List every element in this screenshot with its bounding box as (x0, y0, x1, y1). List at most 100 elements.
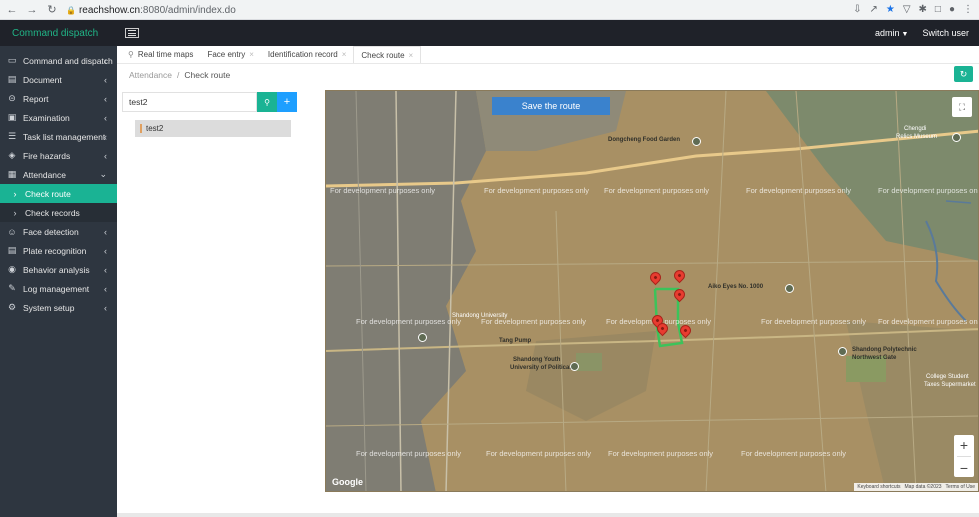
tab-face-entry[interactable]: Face entry × (200, 46, 260, 63)
monitor-icon: ▭ (7, 55, 17, 65)
menu-dots-icon[interactable]: ⋮ (963, 4, 973, 15)
card-icon: ▤ (7, 245, 17, 255)
profile-icon[interactable]: ● (949, 4, 955, 15)
map-watermark: For development purposes only (486, 449, 592, 458)
horizontal-scrollbar[interactable] (117, 513, 979, 517)
plus-icon: + (283, 96, 291, 108)
restaurant-poi-icon[interactable] (692, 137, 701, 146)
route-tree-item[interactable]: test2 (135, 120, 291, 137)
sidebar-item-label: Task list management (23, 131, 106, 142)
sidebar-item-command[interactable]: ▭ Command and dispatch ‹ (0, 51, 117, 70)
refresh-button[interactable]: ↻ (954, 66, 973, 82)
zoom-in-button[interactable]: + (960, 437, 968, 453)
sidebar-item-label: Attendance (23, 169, 67, 180)
chevron-left-icon: ‹ (104, 150, 107, 161)
location-pin-icon: ⚲ (128, 50, 134, 59)
sidebar-item-examination[interactable]: ▣ Examination ‹ (0, 108, 117, 127)
sidebar-item-fire-hazards[interactable]: ◈ Fire hazards ‹ (0, 146, 117, 165)
close-icon[interactable]: × (409, 51, 414, 60)
sidebar-item-behavior-analysis[interactable]: ◉ Behavior analysis ‹ (0, 260, 117, 279)
close-icon[interactable]: × (342, 50, 347, 59)
caret-down-icon: ▼ (901, 31, 909, 38)
forward-icon[interactable]: → (26, 4, 38, 16)
search-icon: ⚲ (264, 97, 270, 107)
map-watermark: For development purposes only (356, 449, 462, 458)
museum-poi-icon[interactable] (952, 133, 961, 142)
close-icon[interactable]: × (249, 50, 254, 59)
route-search-input[interactable] (122, 92, 257, 112)
user-menu[interactable]: admin ▼ (875, 28, 908, 38)
place-label: Northwest Gate (852, 355, 897, 361)
school-poi-icon[interactable] (570, 362, 579, 371)
breadcrumb: Attendance / Check route ↻ (117, 64, 979, 86)
save-route-button[interactable]: Save the route (492, 97, 610, 115)
lock-icon: 🔒 (66, 5, 76, 15)
school-poi-icon[interactable] (418, 333, 427, 342)
hamburger-menu-icon[interactable] (125, 28, 139, 38)
tab-label: Face entry (207, 50, 246, 59)
download-icon[interactable]: ⇩ (853, 4, 861, 15)
place-label: College Student (926, 374, 969, 380)
page-tabs: ⚲ Real time maps Face entry × Identificati… (117, 46, 979, 64)
terms-link[interactable]: Terms of Use (946, 484, 975, 490)
keyboard-shortcuts-link[interactable]: Keyboard shortcuts (857, 484, 900, 490)
breadcrumb-separator: / (177, 70, 180, 80)
chevron-left-icon: ‹ (104, 112, 107, 123)
map-watermark: For development purposes only (878, 317, 979, 326)
sidebar-item-log-management[interactable]: ✎ Log management ‹ (0, 279, 117, 298)
face-icon: ☺ (7, 226, 17, 237)
tab-check-route[interactable]: Check route × (353, 46, 422, 63)
sidebar-item-plate-recognition[interactable]: ▤ Plate recognition ‹ (0, 241, 117, 260)
chevron-left-icon: ‹ (104, 264, 107, 275)
filter-icon[interactable]: ▽ (903, 4, 911, 15)
sidebar-item-label: Examination (23, 112, 70, 123)
tab-label: Identification record (267, 50, 338, 59)
sidebar-item-report[interactable]: ⊝ Report ‹ (0, 89, 117, 108)
browser-actions: ⇩ ↗ ★ ▽ ✱ □ ● ⋮ (853, 4, 973, 15)
breadcrumb-parent[interactable]: Attendance (129, 70, 172, 80)
school-poi-icon[interactable] (838, 347, 847, 356)
map-canvas[interactable]: For development purposes only For develo… (325, 90, 979, 492)
sidebar-item-face-detection[interactable]: ☺ Face detection ‹ (0, 222, 117, 241)
sidebar-item-label: Command and dispatch (23, 55, 113, 66)
add-route-button[interactable]: + (277, 92, 297, 112)
calendar-icon: ▦ (7, 169, 17, 179)
window-icon[interactable]: □ (935, 4, 941, 15)
place-label: Chengdi (904, 126, 927, 132)
extension-icon[interactable]: ✱ (919, 4, 927, 15)
place-label: Shandong Youth (513, 357, 561, 363)
minus-circle-icon: ⊝ (8, 93, 16, 103)
sidebar-item-document[interactable]: ▤ Document ‹ (0, 70, 117, 89)
map-watermark: For development purposes only (741, 449, 847, 458)
app-header: Command dispatch admin ▼ Switch user (0, 20, 979, 46)
fullscreen-button[interactable]: ⛶ (952, 97, 972, 117)
reload-icon[interactable]: ↻ (46, 4, 58, 16)
sidebar-item-check-route[interactable]: › Check route (0, 184, 117, 203)
map-watermark: For development purposes only (761, 317, 867, 326)
place-label: Shandong University (452, 313, 508, 319)
chevron-left-icon: ‹ (104, 55, 107, 66)
sidebar-item-task-list[interactable]: ☰ Task list management ‹ (0, 127, 117, 146)
sidebar-item-attendance[interactable]: ▦ Attendance ⌄ (0, 165, 117, 184)
search-button[interactable]: ⚲ (257, 92, 277, 112)
google-logo: Google (332, 477, 363, 487)
back-icon[interactable]: ← (6, 4, 18, 16)
chevron-right-icon: › (13, 207, 17, 218)
zoom-out-button[interactable]: − (960, 460, 968, 476)
sidebar-item-label: Check records (25, 207, 80, 218)
tab-real-time-maps[interactable]: ⚲ Real time maps (121, 46, 200, 63)
shop-poi-icon[interactable] (785, 284, 794, 293)
switch-user-button[interactable]: Switch user (922, 28, 969, 38)
sidebar: ▭ Command and dispatch ‹ ▤ Document ‹ ⊝ Repor… (0, 46, 117, 517)
sidebar-item-system-setup[interactable]: ⚙ System setup ‹ (0, 298, 117, 317)
breadcrumb-current: Check route (184, 70, 231, 80)
chevron-left-icon: ‹ (104, 74, 107, 85)
bookmark-star-icon[interactable]: ★ (886, 4, 895, 15)
tab-identification-record[interactable]: Identification record × (261, 46, 354, 63)
sidebar-item-label: Plate recognition (23, 245, 87, 256)
clipboard-icon: ▣ (7, 112, 17, 122)
sidebar-item-check-records[interactable]: › Check records (0, 203, 117, 222)
share-icon[interactable]: ↗ (869, 4, 877, 15)
address-bar[interactable]: 🔒 reachshow.cn:8080/admin/index.do (66, 4, 236, 16)
chevron-left-icon: ‹ (104, 302, 107, 313)
